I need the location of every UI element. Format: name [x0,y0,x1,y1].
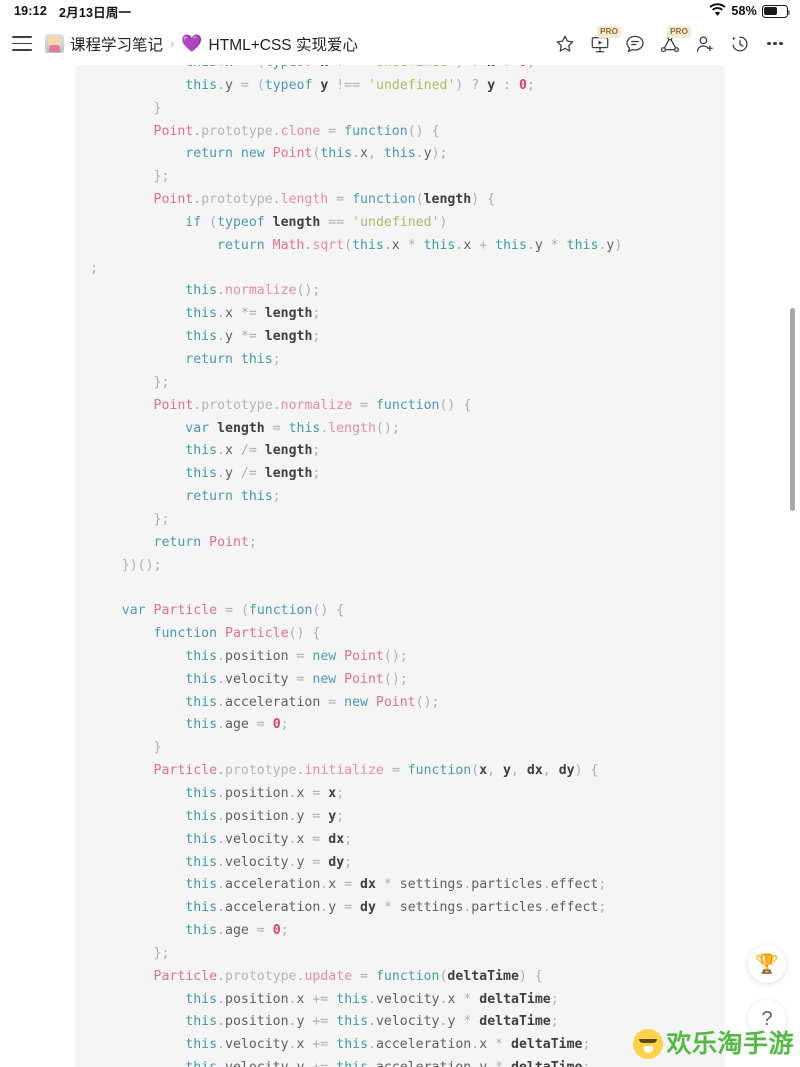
mindmap-icon[interactable]: PRO [659,25,691,55]
breadcrumb-parent-label[interactable]: 课程学习笔记 [70,33,163,55]
watermark-text: 欢乐淘手游 [666,1029,794,1058]
code-line: var Particle = (function() { [121,603,345,619]
code-line: this.position = new Point(); [185,648,408,664]
code-line: this.x /= length; [185,443,321,459]
code-line: })(); [121,557,162,573]
code-line: } [153,740,162,756]
code-content: this.x = (typeof x !== 'undefined') ? x … [75,65,622,1067]
pro-badge: PRO [667,25,691,38]
vertical-scrollbar[interactable] [788,65,796,1067]
code-line: this.acceleration.x = dx * settings.part… [185,877,607,893]
toolbar-actions: PRO PRO [554,25,788,55]
star-icon[interactable] [554,33,576,55]
code-line: this.velocity.y = dy; [185,854,353,870]
outline-comment-icon[interactable] [624,33,646,55]
code-line: return this; [185,351,281,367]
scrollbar-thumb[interactable] [790,308,795,511]
code-line: this.y = (typeof y !== 'undefined') ? y … [185,77,535,93]
status-bar-right: 58% [709,3,791,19]
trophy-icon: 🏆 [755,954,779,975]
code-line: Point.prototype.length = function(length… [153,192,496,208]
code-line: this.x = (typeof x !== 'undefined') ? x … [75,65,622,75]
purple-heart-icon: 💜 [181,34,203,53]
status-bar-left: 19:12 2月13日周一 [14,2,131,21]
code-line: }; [153,169,170,185]
notebook-avatar-icon [45,34,64,53]
code-line: }; [153,511,170,527]
add-member-icon[interactable] [694,33,716,55]
code-line: this.age = 0; [185,717,289,733]
code-line: return this; [185,489,281,505]
question-mark-icon: ? [761,1007,773,1030]
breadcrumb-separator: › [170,36,175,51]
code-line: this.position.y = y; [185,808,345,824]
status-date: 2月13日周一 [58,5,132,20]
code-line: this.velocity.x += this.acceleration.x *… [185,1037,591,1053]
code-line: this.acceleration.y = dy * settings.part… [185,900,607,916]
more-options-icon[interactable] [764,33,786,55]
code-line: Point.prototype.normalize = function() { [153,397,472,413]
code-line: this.position.y += this.velocity.y * del… [185,1014,559,1030]
code-line: function Particle() { [153,626,321,642]
code-line: this.velocity = new Point(); [185,671,408,687]
code-line: }; [153,945,170,961]
pro-badge: PRO [597,25,621,38]
hamburger-menu-icon[interactable] [12,36,32,51]
code-line: if (typeof length == 'undefined') [185,214,448,230]
code-line: var length = this.length(); [185,420,400,436]
code-line: ; [90,260,98,276]
code-line: this.x *= length; [185,306,321,322]
code-line: } [153,100,162,116]
code-line: this.position.x = x; [185,786,345,801]
code-line: this.age = 0; [185,923,289,939]
code-line: return Point; [153,534,257,550]
document-page: this.x = (typeof x !== 'undefined') ? x … [0,65,800,1067]
code-line: this.normalize(); [185,283,321,299]
code-line: Point.prototype.clone = function() { [153,123,440,139]
page-title[interactable]: HTML+CSS 实现爱心 [209,33,358,55]
code-line: }; [153,374,170,390]
watermark: 欢乐淘手游 [633,1029,794,1059]
smiley-face-icon [633,1029,664,1059]
trophy-button[interactable]: 🏆 [748,945,786,983]
code-line: this.velocity.x = dx; [185,831,353,847]
status-bar: 19:12 2月13日周一 58% [0,0,800,22]
history-icon[interactable] [729,33,751,55]
document-toolbar: 课程学习笔记 › 💜 HTML+CSS 实现爱心 PRO PRO [0,22,800,65]
code-line: this.y *= length; [185,329,321,345]
status-time: 19:12 [14,4,47,18]
battery-percent-label: 58% [731,4,757,18]
presentation-icon[interactable]: PRO [589,25,621,55]
code-line: this.y /= length; [185,466,321,482]
code-line: return new Point(this.x, this.y); [185,146,448,162]
battery-icon [762,4,791,18]
code-line: this.position.x += this.velocity.x * del… [185,991,559,1007]
code-line: Particle.prototype.update = function(del… [153,968,543,984]
breadcrumb: 课程学习笔记 › 💜 HTML+CSS 实现爱心 [45,33,358,55]
code-line: this.acceleration = new Point(); [185,694,440,710]
code-line: this.velocity.y += this.acceleration.y *… [75,1057,622,1067]
wifi-icon [709,3,726,19]
code-line: Particle.prototype.initialize = function… [153,763,599,779]
code-block[interactable]: this.x = (typeof x !== 'undefined') ? x … [75,65,725,1067]
code-line: return Math.sqrt(this.x * this.x + this.… [217,237,623,253]
